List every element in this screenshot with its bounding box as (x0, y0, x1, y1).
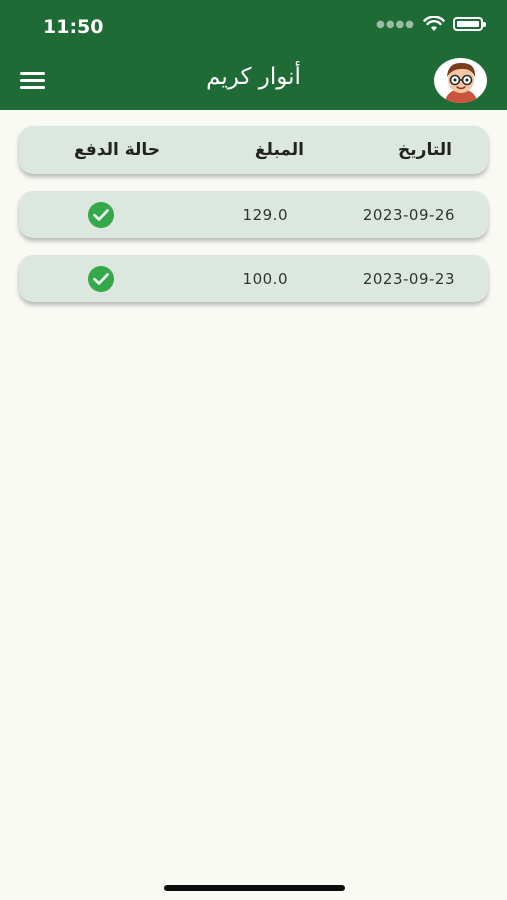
check-circle-icon (88, 201, 114, 228)
page-title: أنوار كريم (206, 64, 301, 90)
battery-icon (453, 17, 486, 31)
signal-icon: ●●●● (376, 18, 415, 30)
table-header: التاريخ المبلغ حالة الدفع (19, 126, 488, 174)
column-header-amount: المبلغ (254, 140, 304, 160)
status-icons: ●●●● (376, 16, 486, 32)
avatar[interactable] (434, 58, 487, 103)
row-amount: 129.0 (242, 205, 288, 224)
app-header: 11:50 ●●●● أنوار كريم (0, 0, 507, 110)
row-amount: 100.0 (242, 269, 288, 288)
column-header-status: حالة الدفع (74, 140, 161, 160)
row-date: 2023-09-23 (362, 269, 455, 288)
column-header-date: التاريخ (398, 140, 452, 160)
wifi-icon (423, 16, 445, 31)
status-time: 11:50 (43, 16, 104, 38)
check-circle-icon (88, 265, 114, 292)
home-indicator[interactable] (164, 885, 345, 891)
avatar-icon (444, 62, 477, 103)
table-row[interactable]: 2023-09-26 129.0 (19, 191, 488, 238)
table-row[interactable]: 2023-09-23 100.0 (19, 255, 488, 302)
row-date: 2023-09-26 (362, 205, 455, 224)
